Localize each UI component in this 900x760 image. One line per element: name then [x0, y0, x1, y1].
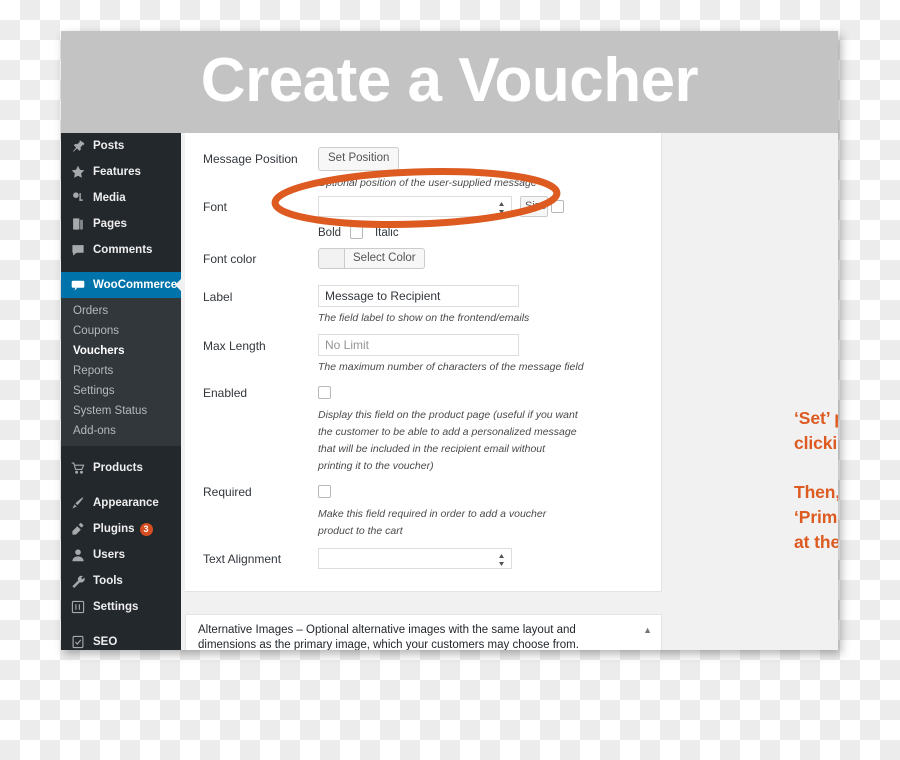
browser-window: Create a Voucher Posts Features Media Pa…: [61, 31, 838, 650]
pages-icon: [70, 216, 86, 232]
wrench-icon: [70, 573, 86, 589]
star-icon: [70, 164, 86, 180]
submenu-item-system-status[interactable]: System Status: [61, 401, 181, 421]
submenu-item-settings[interactable]: Settings: [61, 381, 181, 401]
sidebar-separator: [61, 620, 181, 629]
seo-icon: [70, 634, 86, 650]
bold-label: Bold: [318, 226, 342, 239]
page-title: Create a Voucher: [200, 45, 699, 115]
plugin-icon: [70, 521, 86, 537]
font-color-label: Font color: [203, 252, 257, 266]
admin-sidebar: Posts Features Media Pages Comments WooC…: [61, 133, 181, 650]
user-icon: [70, 547, 86, 563]
enabled-description: Display this field on the product page (…: [318, 409, 578, 472]
annotation-paragraph-1: ‘Set’ positions by clicking ‘Set Positio…: [794, 408, 838, 453]
sidebar-item-seo[interactable]: SEO: [61, 629, 181, 650]
text-alignment-label: Text Alignment: [203, 552, 282, 566]
sidebar-item-label: Comments: [93, 244, 153, 256]
woocommerce-icon: [70, 277, 86, 293]
sidebar-item-label: Plugins: [93, 523, 135, 535]
comment-icon: [70, 242, 86, 258]
bold-checkbox[interactable]: [350, 226, 364, 240]
message-position-label: Message Position: [203, 152, 298, 166]
sidebar-item-pages[interactable]: Pages: [61, 211, 181, 237]
label-input[interactable]: [318, 285, 519, 307]
woocommerce-submenu: Orders Coupons Vouchers Reports Settings…: [61, 298, 181, 446]
submenu-item-add-ons[interactable]: Add-ons: [61, 421, 181, 441]
message-position-description: Optional position of the user-supplied m…: [318, 177, 537, 189]
sidebar-item-tools[interactable]: Tools: [61, 568, 181, 594]
alternative-images-metabox: Alternative Images – Optional alternativ…: [185, 614, 662, 650]
cart-icon: [70, 460, 86, 476]
max-length-label: Max Length: [203, 339, 266, 353]
submenu-item-reports[interactable]: Reports: [61, 361, 181, 381]
label-field-label: Label: [203, 290, 233, 304]
sidebar-item-label: Products: [93, 462, 143, 474]
sidebar-item-woocommerce[interactable]: WooCommerce: [61, 272, 181, 298]
annotation-paragraph-2: Then, draw a box on the ‘Primary Voucher…: [794, 482, 838, 552]
sidebar-item-media[interactable]: Media: [61, 185, 181, 211]
sidebar-item-plugins[interactable]: Plugins 3: [61, 516, 181, 542]
chevron-up-icon[interactable]: ▲: [643, 626, 652, 635]
plugins-update-badge: 3: [139, 522, 153, 536]
sidebar-item-label: Users: [93, 549, 125, 561]
sidebar-separator: [61, 481, 181, 490]
chevron-updown-icon: [498, 201, 505, 214]
voucher-message-metabox: Message Position Set Position Optional p…: [185, 133, 662, 592]
label-description: The field label to show on the frontend/…: [318, 312, 530, 324]
set-position-button[interactable]: Set Position: [318, 147, 400, 171]
alternative-images-text: Alternative Images – Optional alternativ…: [198, 624, 579, 650]
sidebar-item-label: Media: [93, 192, 126, 204]
sidebar-item-label: Posts: [93, 140, 125, 152]
italic-label: Italic: [374, 226, 399, 239]
font-size-input[interactable]: [551, 200, 564, 213]
color-swatch[interactable]: [318, 248, 345, 269]
admin-content: Message Position Set Position Optional p…: [181, 133, 838, 650]
sidebar-item-label: Pages: [93, 218, 127, 230]
sidebar-separator: [61, 446, 181, 455]
chevron-updown-icon: [498, 553, 505, 566]
submenu-item-vouchers[interactable]: Vouchers: [61, 341, 181, 361]
font-label: Font: [203, 200, 228, 214]
sidebar-item-label: WooCommerce: [93, 279, 178, 291]
sidebar-item-label: Features: [93, 166, 141, 178]
max-length-input[interactable]: [318, 334, 519, 356]
text-alignment-select[interactable]: [318, 548, 512, 569]
sidebar-item-users[interactable]: Users: [61, 542, 181, 568]
required-description: Make this field required in order to add…: [318, 508, 547, 537]
admin-body: Posts Features Media Pages Comments WooC…: [61, 133, 838, 650]
sidebar-item-label: Settings: [93, 601, 139, 613]
sidebar-item-posts[interactable]: Posts: [61, 133, 181, 159]
enabled-checkbox[interactable]: [318, 386, 331, 400]
submenu-item-orders[interactable]: Orders: [61, 301, 181, 321]
sidebar-separator: [61, 263, 181, 272]
brush-icon: [70, 495, 86, 511]
sidebar-item-appearance[interactable]: Appearance: [61, 490, 181, 516]
sliders-icon: [70, 599, 86, 615]
sidebar-item-label: SEO: [93, 636, 118, 648]
sidebar-item-comments[interactable]: Comments: [61, 237, 181, 263]
media-icon: [70, 190, 86, 206]
select-color-button[interactable]: Select Color: [344, 248, 425, 269]
font-select[interactable]: [318, 196, 512, 217]
sidebar-item-features[interactable]: Features: [61, 159, 181, 185]
sidebar-item-products[interactable]: Products: [61, 455, 181, 481]
pin-icon: [70, 138, 86, 154]
required-label: Required: [203, 485, 252, 499]
sidebar-item-label: Tools: [93, 575, 123, 587]
window-title-bar: Create a Voucher: [61, 31, 838, 133]
sidebar-item-settings[interactable]: Settings: [61, 594, 181, 620]
screenshot-canvas: Create a Voucher Posts Features Media Pa…: [0, 0, 900, 760]
sidebar-item-label: Appearance: [93, 497, 159, 509]
required-checkbox[interactable]: [318, 485, 331, 499]
enabled-label: Enabled: [203, 386, 248, 400]
submenu-item-coupons[interactable]: Coupons: [61, 321, 181, 341]
font-size-label: Size: [520, 196, 548, 217]
annotation-callout: ‘Set’ positions by clicking ‘Set Positio…: [794, 406, 838, 555]
max-length-description: The maximum number of characters of the …: [318, 361, 584, 373]
